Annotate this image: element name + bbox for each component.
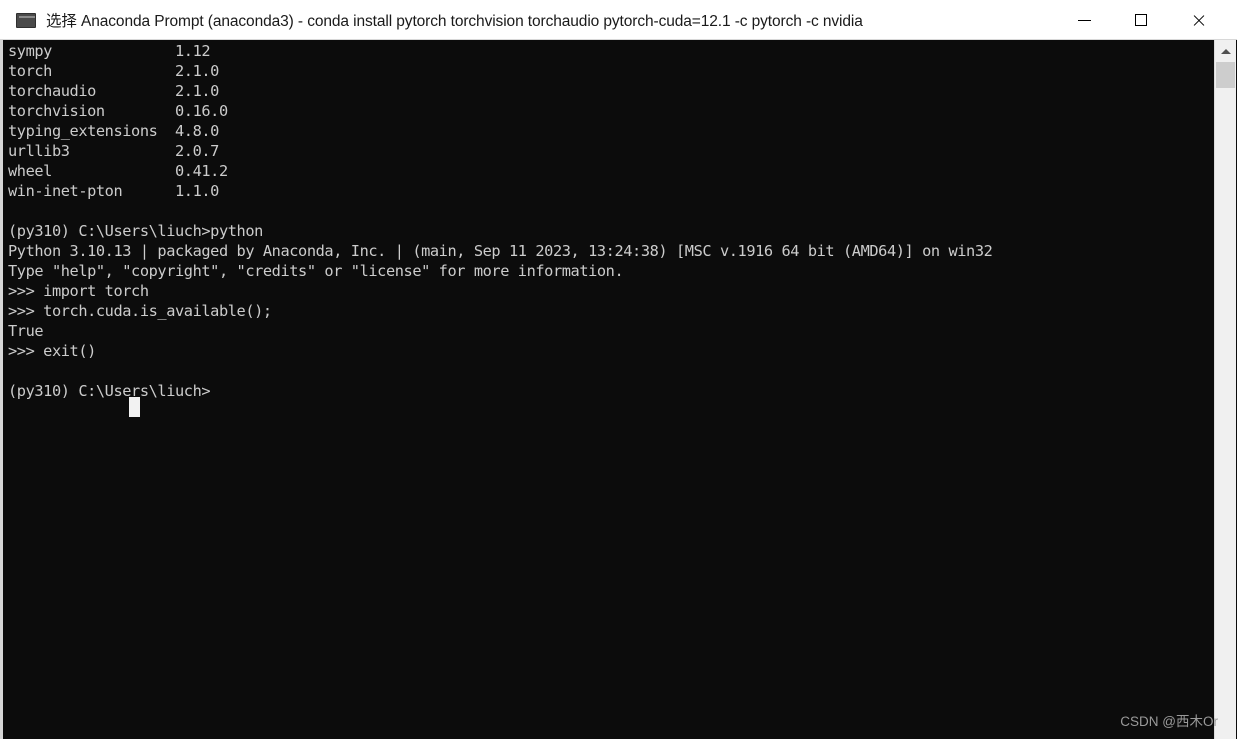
vertical-scrollbar[interactable] bbox=[1214, 40, 1236, 739]
close-button[interactable] bbox=[1176, 0, 1222, 40]
maximize-icon bbox=[1135, 14, 1147, 26]
minimize-icon bbox=[1077, 19, 1091, 21]
console-window: 选择 Anaconda Prompt (anaconda3) - conda i… bbox=[0, 0, 1237, 739]
watermark: CSDN @西木Or bbox=[1120, 714, 1218, 729]
scrollbar-thumb[interactable] bbox=[1216, 62, 1235, 88]
minimize-button[interactable] bbox=[1061, 0, 1107, 40]
scrollbar-track[interactable] bbox=[1215, 88, 1236, 739]
chevron-up-icon bbox=[1220, 48, 1231, 54]
console-output-area[interactable]: sympy 1.12 torch 2.1.0 torchaudio 2.1.0 … bbox=[0, 40, 1237, 739]
scroll-up-button[interactable] bbox=[1215, 40, 1236, 62]
title-bar[interactable]: 选择 Anaconda Prompt (anaconda3) - conda i… bbox=[0, 0, 1237, 40]
console-text: sympy 1.12 torch 2.1.0 torchaudio 2.1.0 … bbox=[8, 42, 993, 400]
client-left-border bbox=[0, 40, 3, 739]
title-bar-left: 选择 Anaconda Prompt (anaconda3) - conda i… bbox=[0, 0, 863, 40]
window-title: 选择 Anaconda Prompt (anaconda3) - conda i… bbox=[46, 13, 863, 30]
console-icon bbox=[16, 12, 36, 28]
text-cursor bbox=[129, 397, 140, 417]
maximize-button[interactable] bbox=[1118, 0, 1164, 40]
close-icon bbox=[1192, 13, 1206, 27]
